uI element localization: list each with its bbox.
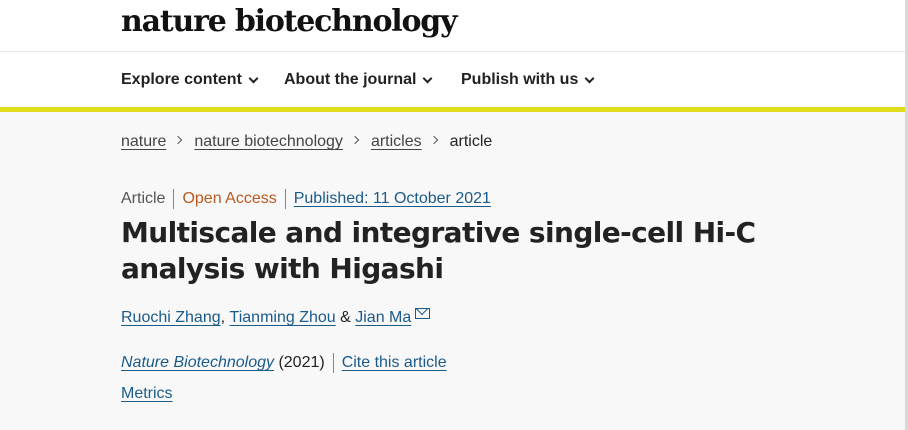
journal-link[interactable]: Nature Biotechnology: [121, 354, 274, 372]
author-separator: &: [340, 309, 351, 326]
main-nav: Explore content About the journal Publis…: [0, 53, 908, 107]
chevron-right-icon: [174, 135, 183, 145]
article-header: nature nature biotechnology articles art…: [0, 112, 908, 430]
meta-divider: [284, 189, 286, 209]
published-date-link[interactable]: Published: 11 October 2021: [294, 190, 491, 208]
nav-explore-content[interactable]: Explore content: [121, 71, 259, 89]
breadcrumb-link-articles[interactable]: articles: [371, 133, 422, 151]
email-icon[interactable]: [415, 307, 431, 319]
citation-line: Nature Biotechnology (2021) Cite this ar…: [121, 353, 447, 373]
nav-item-label: Explore content: [121, 71, 242, 88]
chevron-down-icon: [584, 73, 595, 83]
meta-divider: [332, 353, 334, 373]
journal-logo[interactable]: nature biotechnology: [121, 4, 458, 39]
breadcrumb-current: article: [449, 133, 493, 150]
chevron-right-icon: [429, 135, 438, 145]
nav-about-journal[interactable]: About the journal: [284, 71, 433, 89]
author-separator: ,: [220, 309, 226, 326]
chevron-right-icon: [350, 135, 360, 145]
meta-divider: [173, 189, 175, 209]
publication-year: (2021): [278, 354, 325, 371]
nav-publish-with-us[interactable]: Publish with us: [461, 71, 595, 89]
article-meta: Article Open Access Published: 11 Octobe…: [121, 189, 491, 209]
author-link[interactable]: Tianming Zhou: [230, 309, 336, 327]
breadcrumb: nature nature biotechnology articles art…: [121, 133, 492, 151]
author-list: Ruochi Zhang, Tianming Zhou & Jian Ma: [121, 307, 431, 327]
cite-article-link[interactable]: Cite this article: [342, 354, 447, 372]
site-header: nature biotechnology: [0, 0, 908, 52]
open-access-label: Open Access: [182, 190, 277, 207]
nav-item-label: About the journal: [284, 71, 417, 88]
breadcrumb-link-nature-biotechnology[interactable]: nature biotechnology: [194, 133, 343, 151]
breadcrumb-link-nature[interactable]: nature: [121, 133, 166, 151]
author-link[interactable]: Ruochi Zhang: [121, 309, 221, 327]
metrics-link[interactable]: Metrics: [121, 385, 173, 403]
nav-item-label: Publish with us: [461, 71, 579, 88]
author-link[interactable]: Jian Ma: [355, 309, 411, 327]
chevron-down-icon: [422, 73, 433, 83]
article-type: Article: [121, 190, 166, 207]
chevron-down-icon: [248, 73, 259, 83]
article-title: Multiscale and integrative single-cell H…: [121, 216, 756, 285]
